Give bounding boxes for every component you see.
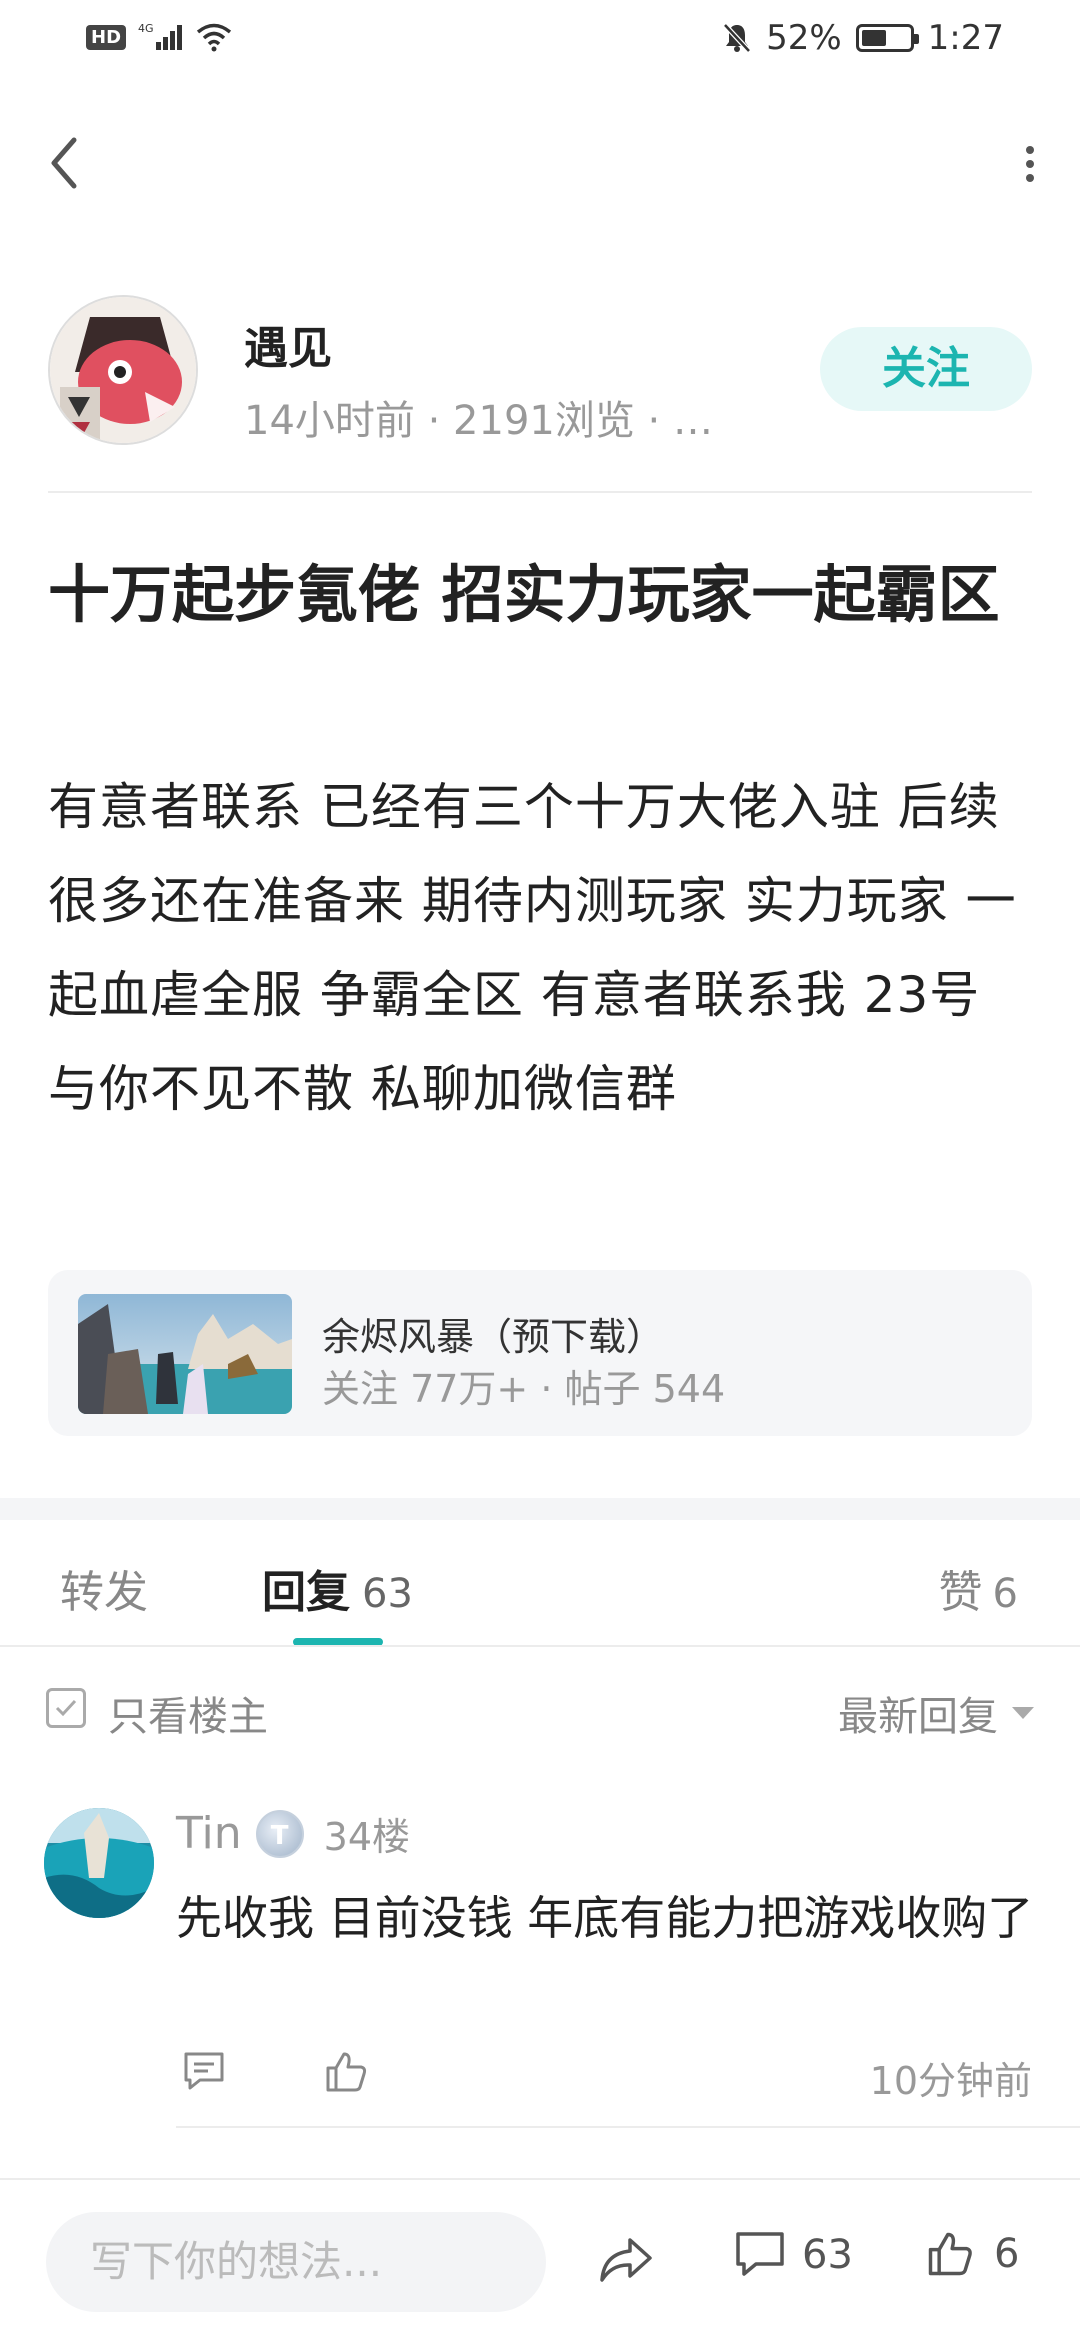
- like-count: 6: [994, 2231, 1020, 2277]
- hd-icon: HD: [86, 24, 127, 50]
- sort-dropdown[interactable]: 最新回复: [838, 1684, 1034, 1742]
- comment-time: 10分钟前: [869, 2059, 1032, 2103]
- comment-icon: [736, 2232, 784, 2276]
- comment-username[interactable]: Tin: [176, 1808, 242, 1859]
- mute-bell-icon: [723, 23, 751, 53]
- clock: 1:27: [927, 18, 1004, 58]
- thumbs-up-icon: [326, 2052, 367, 2092]
- like-comment-button[interactable]: [322, 2048, 370, 2096]
- battery-percent: 52%: [766, 18, 842, 58]
- wifi-icon: [196, 23, 232, 52]
- comment-input[interactable]: 写下你的想法...: [46, 2212, 546, 2312]
- comment-count: 63: [802, 2232, 853, 2278]
- bottom-action-bar: 写下你的想法... 63 6: [0, 2178, 1080, 2340]
- status-bar: HD 4G 52% 1:27: [0, 0, 1080, 80]
- tab-repost[interactable]: 转发: [60, 1556, 148, 1620]
- check-icon: [55, 1699, 77, 1717]
- comment-avatar[interactable]: [44, 1808, 154, 1918]
- comment-header: Tin T 34楼: [176, 1806, 410, 1861]
- tab-reply-label: 回复: [262, 1567, 350, 1618]
- divider: [48, 491, 1032, 493]
- more-button[interactable]: [1010, 140, 1050, 190]
- more-dot: [1026, 160, 1034, 168]
- author-name[interactable]: 遇见: [244, 312, 332, 376]
- comment-avatar-image: [44, 1808, 154, 1918]
- share-icon: [600, 2238, 652, 2282]
- chevron-left-icon: [51, 137, 77, 189]
- section-divider: [0, 1498, 1080, 1520]
- post-title: 十万起步氪佬 招实力玩家一起霸区: [48, 558, 1000, 631]
- divider: [0, 1645, 1080, 1647]
- tab-like-label: 赞: [938, 1567, 983, 1618]
- comment-text: 先收我 目前没钱 年底有能力把游戏收购了: [176, 1891, 1034, 1945]
- back-button[interactable]: [40, 128, 90, 198]
- game-image: [78, 1294, 292, 1414]
- post-body: 有意者联系 已经有三个十万大佬入驻 后续很多还在准备来 期待内测玩家 实力玩家 …: [48, 778, 1017, 1118]
- status-right: 52% 1:27: [722, 18, 1004, 58]
- tab-reply-count: 63: [362, 1571, 413, 1617]
- sort-label: 最新回复: [838, 1694, 998, 1740]
- author-avatar[interactable]: [48, 295, 198, 445]
- thumbs-up-icon: [928, 2232, 972, 2276]
- tab-like[interactable]: 赞6: [939, 1556, 1018, 1620]
- comment-floor: 34楼: [323, 1815, 410, 1859]
- tab-like-count: 6: [992, 1571, 1018, 1617]
- more-vertical-icon: [1026, 146, 1034, 154]
- status-left: HD 4G: [86, 22, 232, 52]
- share-button[interactable]: [596, 2232, 656, 2288]
- battery-fill: [861, 30, 886, 46]
- reply-comment-button[interactable]: [180, 2050, 228, 2094]
- only-op-checkbox[interactable]: [46, 1688, 86, 1728]
- more-dot: [1026, 174, 1034, 182]
- divider: [176, 2126, 1080, 2128]
- game-card[interactable]: 余烬风暴（预下载） 关注 77万+ · 帖子 544: [48, 1270, 1032, 1436]
- comment-count-button[interactable]: 63: [734, 2230, 853, 2280]
- user-level-badge-icon: T: [255, 1809, 304, 1858]
- dropdown-arrow-icon: [1012, 1707, 1034, 1719]
- post-meta: 14小时前 · 2191浏览 · …: [244, 398, 713, 444]
- tab-reply[interactable]: 回复 63: [262, 1556, 413, 1620]
- avatar-image: [50, 297, 196, 443]
- game-thumbnail: [78, 1294, 292, 1414]
- tab-repost-label: 转发: [60, 1567, 148, 1618]
- like-count-button[interactable]: 6: [924, 2228, 1019, 2280]
- battery-icon: [855, 24, 919, 52]
- svg-text:4G: 4G: [138, 22, 154, 35]
- follow-button[interactable]: 关注: [820, 327, 1032, 411]
- comment-icon: [184, 2052, 224, 2090]
- game-name: 余烬风暴（预下载）: [322, 1315, 665, 1359]
- only-op-label[interactable]: 只看楼主: [108, 1684, 268, 1742]
- signal-icon: 4G: [138, 22, 183, 50]
- game-stats: 关注 77万+ · 帖子 544: [322, 1367, 726, 1411]
